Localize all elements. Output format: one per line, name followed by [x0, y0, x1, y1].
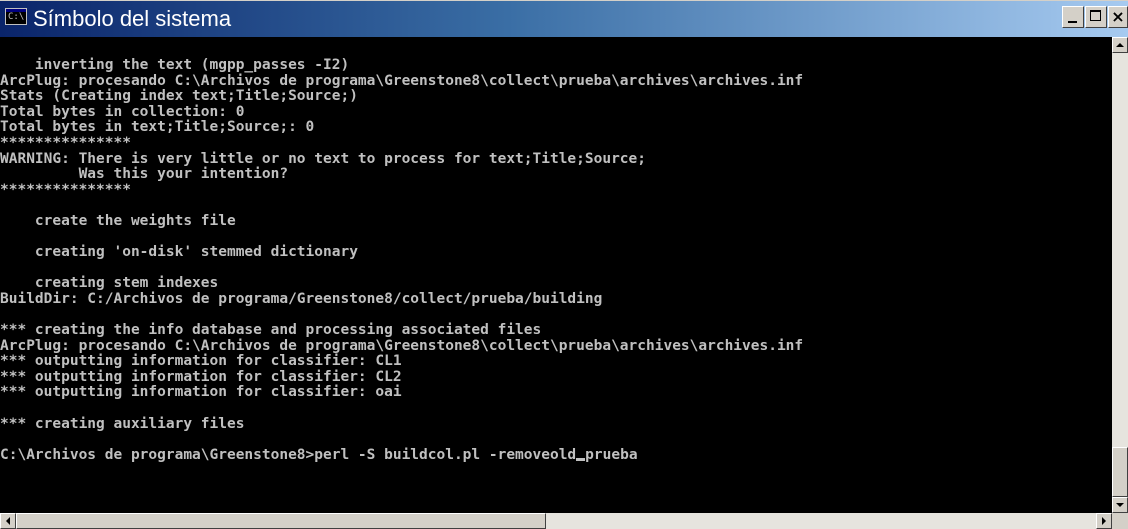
- console-line: Stats (Creating index text;Title;Source;…: [0, 88, 358, 105]
- scroll-left-button[interactable]: [0, 513, 16, 529]
- close-icon: ×: [1111, 7, 1125, 26]
- horizontal-scrollbar[interactable]: [0, 513, 1112, 529]
- vertical-scroll-thumb[interactable]: [1112, 447, 1128, 497]
- console-line: WARNING: There is very little or no text…: [0, 150, 647, 167]
- console-line: ***************: [0, 181, 131, 198]
- command-argument: prueba: [585, 446, 638, 463]
- horizontal-scroll-thumb[interactable]: [16, 513, 546, 529]
- prompt-text: C:\Archivos de programa\Greenstone8>perl…: [0, 446, 577, 463]
- minimize-button[interactable]: [1062, 6, 1084, 28]
- command-prompt-line[interactable]: C:\Archivos de programa\Greenstone8>perl…: [0, 446, 1112, 464]
- text-cursor: [576, 457, 586, 461]
- scroll-down-button[interactable]: [1112, 497, 1128, 513]
- maximize-button[interactable]: [1085, 6, 1107, 28]
- console-line: ArcPlug: procesando C:\Archivos de progr…: [0, 337, 804, 354]
- console-line: *** outputting information for classifie…: [0, 368, 402, 385]
- console-line: Total bytes in text;Title;Source;: 0: [0, 119, 315, 136]
- console-line: create the weights file: [0, 212, 236, 229]
- console-line: ArcPlug: procesando C:\Archivos de progr…: [0, 72, 804, 89]
- console-line: *** outputting information for classifie…: [0, 384, 402, 401]
- console-line: creating 'on-disk' stemmed dictionary: [0, 244, 358, 261]
- vertical-scrollbar[interactable]: [1112, 37, 1128, 513]
- down-arrow-icon: [1116, 503, 1124, 507]
- console-icon[interactable]: C:\: [5, 8, 27, 25]
- console-line: *** outputting information for classifie…: [0, 353, 402, 370]
- up-arrow-icon: [1116, 43, 1124, 47]
- left-arrow-icon: [6, 517, 10, 525]
- command-prompt-window: C:\ Símbolo del sistema × inverting the …: [0, 0, 1128, 529]
- console-line: Was this your intention?: [0, 166, 289, 183]
- console-line: *** creating auxiliary files: [0, 415, 245, 432]
- right-arrow-icon: [1102, 517, 1106, 525]
- title-bar[interactable]: C:\ Símbolo del sistema ×: [0, 1, 1128, 37]
- console-line: BuildDir: C:/Archivos de programa/Greens…: [0, 290, 603, 307]
- scroll-right-button[interactable]: [1096, 513, 1112, 529]
- console-line: Total bytes in collection: 0: [0, 103, 245, 120]
- close-button[interactable]: ×: [1108, 6, 1128, 28]
- console-line: inverting the text (mgpp_passes -I2): [0, 57, 350, 73]
- console-output[interactable]: inverting the text (mgpp_passes -I2) ArcP…: [0, 37, 1112, 513]
- window-title: Símbolo del sistema: [33, 6, 232, 31]
- console-line: *** creating the info database and proce…: [0, 322, 542, 339]
- console-line: ***************: [0, 134, 131, 151]
- console-line: creating stem indexes: [0, 275, 219, 292]
- scrollbar-corner: [1112, 513, 1128, 529]
- scroll-up-button[interactable]: [1112, 37, 1128, 53]
